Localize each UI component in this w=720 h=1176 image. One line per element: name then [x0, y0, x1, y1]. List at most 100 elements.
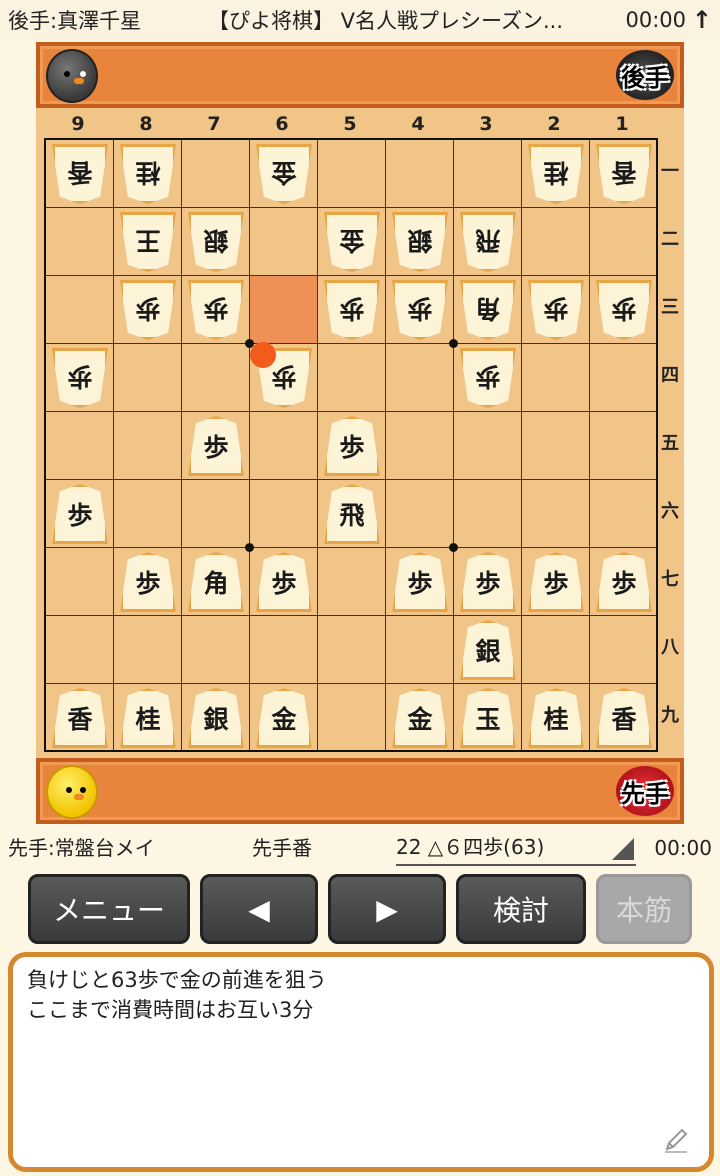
- file-label: 5: [343, 113, 357, 135]
- arrow-up-icon[interactable]: ↑: [686, 6, 712, 34]
- gote-player-name: 後手:真澤千星: [8, 9, 142, 33]
- piece-glyph: 金: [339, 226, 365, 255]
- piece-glyph: 歩: [611, 294, 637, 323]
- gote-piece[interactable]: 飛: [460, 212, 516, 272]
- sente-piece[interactable]: 桂: [120, 688, 176, 748]
- gote-piece[interactable]: 香: [52, 144, 108, 204]
- piece-glyph: 金: [271, 705, 297, 734]
- sente-piece[interactable]: 玉: [460, 688, 516, 748]
- file-label: 9: [71, 113, 85, 135]
- pencil-icon[interactable]: [661, 1125, 691, 1155]
- gote-piece[interactable]: 金: [256, 144, 312, 204]
- rank-label: 四: [661, 365, 679, 386]
- sente-piece[interactable]: 銀: [460, 620, 516, 680]
- gote-piece[interactable]: 歩: [392, 280, 448, 340]
- sente-piece[interactable]: 歩: [528, 552, 584, 612]
- sente-piece[interactable]: 歩: [256, 552, 312, 612]
- comment-line: ここまで消費時間はお互い3分: [27, 998, 314, 1022]
- gote-piece[interactable]: 歩: [528, 280, 584, 340]
- game-title: 【ぴよ将棋】 V名人戦プレシーズン...: [208, 9, 564, 33]
- gote-piece[interactable]: 桂: [528, 144, 584, 204]
- piece-glyph: 玉: [475, 705, 501, 734]
- piece-glyph: 桂: [543, 158, 569, 187]
- sente-piece[interactable]: 香: [596, 688, 652, 748]
- sente-piece[interactable]: 飛: [324, 484, 380, 544]
- sente-piece[interactable]: 角: [188, 552, 244, 612]
- gote-piece[interactable]: 歩: [188, 280, 244, 340]
- sente-piece[interactable]: 歩: [120, 552, 176, 612]
- gote-hand-area: 後手: [36, 42, 684, 108]
- rank-label: 二: [661, 229, 679, 250]
- rank-label: 五: [661, 433, 679, 454]
- rank-label: 九: [661, 705, 679, 726]
- sente-piece[interactable]: 金: [392, 688, 448, 748]
- gote-piece[interactable]: 歩: [324, 280, 380, 340]
- gote-piece[interactable]: 金: [324, 212, 380, 272]
- info-row: 先手:常盤台メイ 先手番 22 △６四歩(63) 00:00: [0, 830, 720, 866]
- rank-label: 一: [661, 161, 679, 182]
- black-chick-avatar: [46, 49, 98, 103]
- piece-glyph: 香: [611, 705, 637, 734]
- gote-piece[interactable]: 銀: [188, 212, 244, 272]
- piece-glyph: 歩: [407, 294, 433, 323]
- control-buttons: メニュー ◀ ▶ 検討 本筋: [28, 874, 692, 944]
- sente-piece[interactable]: 歩: [596, 552, 652, 612]
- file-label: 8: [139, 113, 153, 135]
- sente-piece[interactable]: 歩: [392, 552, 448, 612]
- sente-piece[interactable]: 金: [256, 688, 312, 748]
- gote-piece[interactable]: 銀: [392, 212, 448, 272]
- file-label: 4: [411, 113, 425, 135]
- gote-piece[interactable]: 桂: [120, 144, 176, 204]
- piece-glyph: 歩: [543, 294, 569, 323]
- sente-piece[interactable]: 歩: [188, 416, 244, 476]
- piece-glyph: 飛: [339, 501, 365, 530]
- gote-piece[interactable]: 歩: [52, 348, 108, 408]
- sente-piece[interactable]: 香: [52, 688, 108, 748]
- piece-glyph: 王: [135, 226, 161, 255]
- piece-glyph: 桂: [135, 158, 161, 187]
- piece-glyph: 歩: [203, 433, 229, 462]
- dropdown-corner-icon[interactable]: [612, 838, 634, 860]
- move-selector[interactable]: 22 △６四歩(63): [396, 830, 636, 866]
- piece-glyph: 歩: [407, 569, 433, 598]
- gote-piece[interactable]: 王: [120, 212, 176, 272]
- sente-piece[interactable]: 歩: [324, 416, 380, 476]
- piece-glyph: 香: [67, 705, 93, 734]
- piece-glyph: 歩: [203, 294, 229, 323]
- piece-glyph: 銀: [203, 226, 229, 255]
- avatar-eye: [66, 787, 72, 793]
- sente-piece[interactable]: 歩: [460, 552, 516, 612]
- file-label: 1: [615, 113, 629, 135]
- next-move-button[interactable]: ▶: [328, 874, 446, 944]
- gote-piece[interactable]: 角: [460, 280, 516, 340]
- file-labels: 9 8 7 6 5 4 3 2 1: [44, 110, 656, 138]
- prev-move-button[interactable]: ◀: [200, 874, 318, 944]
- piece-glyph: 歩: [67, 501, 93, 530]
- piece-glyph: 歩: [339, 433, 365, 462]
- gote-piece[interactable]: 歩: [120, 280, 176, 340]
- board-grid[interactable]: 香桂金桂香王銀金銀飛歩歩歩歩角歩歩歩歩歩歩歩歩飛歩角歩歩歩歩歩銀香桂銀金金玉桂香: [44, 138, 658, 752]
- piece-glyph: 角: [475, 294, 501, 323]
- avatar-eye: [80, 71, 86, 77]
- gote-piece[interactable]: 歩: [460, 348, 516, 408]
- comment-line: 負けじと63歩で金の前進を狙う: [27, 968, 327, 992]
- sente-player-name: 先手:常盤台メイ: [8, 836, 155, 860]
- piece-glyph: 歩: [135, 569, 161, 598]
- file-label: 6: [275, 113, 289, 135]
- comment-box[interactable]: 負けじと63歩で金の前進を狙う ここまで消費時間はお互い3分: [8, 952, 714, 1172]
- turn-indicator: 先手番: [252, 836, 312, 860]
- menu-button[interactable]: メニュー: [28, 874, 190, 944]
- sente-piece[interactable]: 歩: [52, 484, 108, 544]
- piece-glyph: 歩: [271, 362, 297, 391]
- gote-piece[interactable]: 香: [596, 144, 652, 204]
- sente-piece[interactable]: 桂: [528, 688, 584, 748]
- mainline-button[interactable]: 本筋: [596, 874, 692, 944]
- analyze-button[interactable]: 検討: [456, 874, 586, 944]
- piece-glyph: 飛: [475, 226, 501, 255]
- gote-piece[interactable]: 歩: [596, 280, 652, 340]
- rank-label: 七: [661, 569, 679, 590]
- gote-badge: 後手: [616, 50, 674, 100]
- star-point: [245, 543, 254, 552]
- piece-glyph: 金: [271, 158, 297, 187]
- sente-piece[interactable]: 銀: [188, 688, 244, 748]
